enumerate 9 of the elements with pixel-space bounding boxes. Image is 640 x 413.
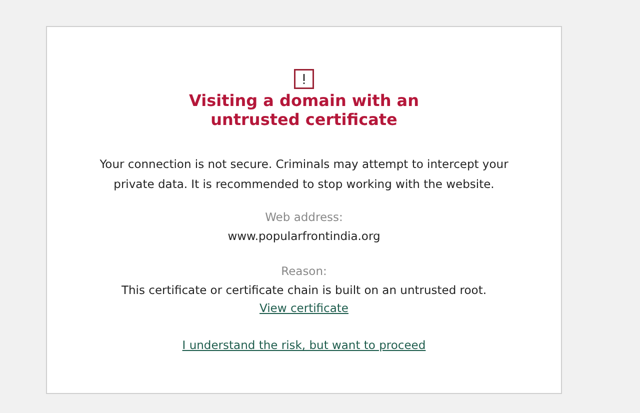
field-label: Web address:	[265, 209, 343, 226]
warning-icon	[294, 69, 314, 89]
view-certificate-link[interactable]: View certificate	[260, 299, 348, 317]
web-address: www.popularfrontindia.org	[228, 228, 380, 245]
page-title: Visiting a domain with an untrusted certificate	[188, 91, 420, 129]
field-label: Reason:	[281, 263, 327, 280]
reason-text: This certificate or certificate chain is built on an untrusted root.	[121, 282, 487, 299]
proceed-link[interactable]: I understand the risk, but want to proceed	[182, 336, 426, 354]
warning-message: Your connection is not secure. Criminals may attempt to intercept your private data. It is recommended to stop working with the website.	[98, 156, 510, 193]
